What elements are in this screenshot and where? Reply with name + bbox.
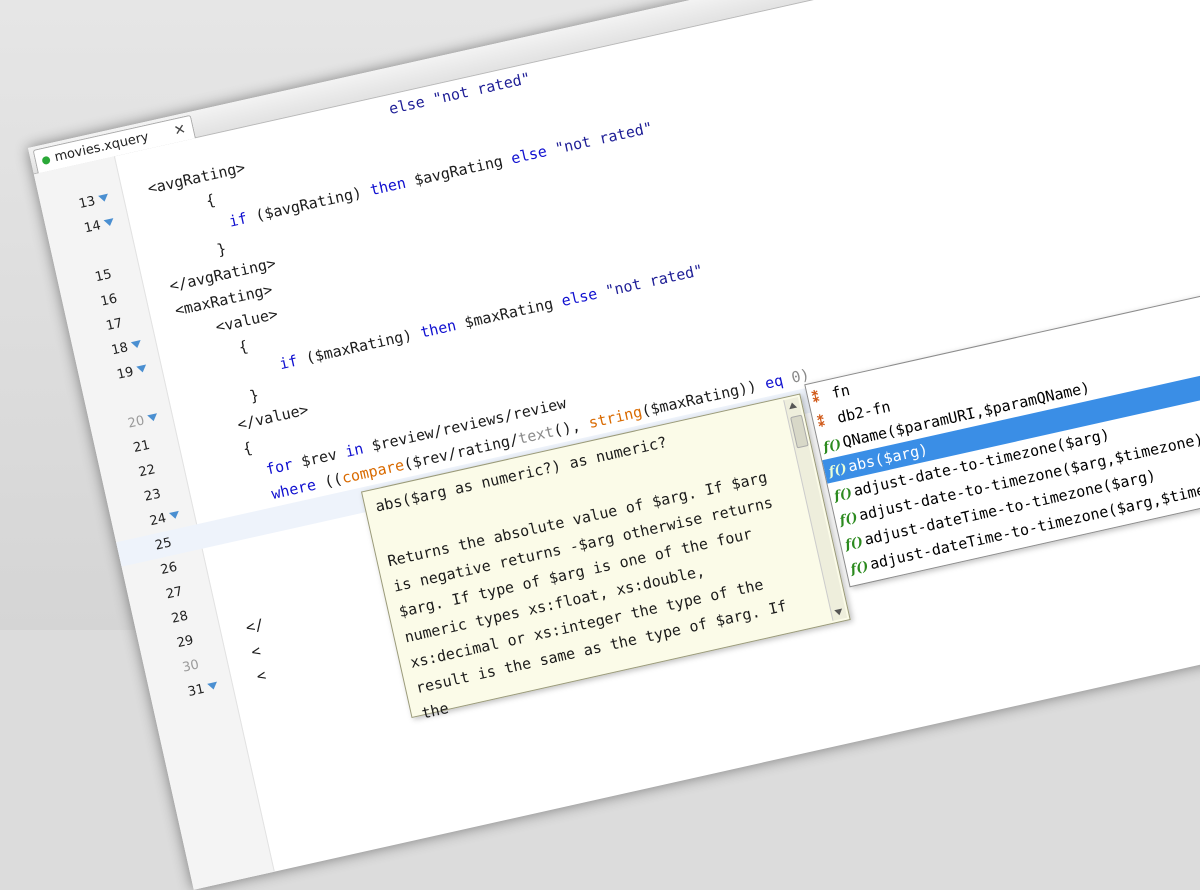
fold-icon[interactable]	[207, 681, 219, 691]
code-token: <	[231, 641, 263, 666]
code-token: text	[516, 422, 556, 448]
fold-icon[interactable]	[147, 413, 159, 423]
code-token: eq	[763, 369, 794, 393]
scroll-up-icon[interactable]	[788, 401, 798, 410]
fold-icon[interactable]	[169, 510, 181, 520]
code-text: <	[237, 663, 269, 693]
fold-icon[interactable]	[136, 364, 148, 374]
scroll-thumb[interactable]	[790, 414, 809, 449]
close-icon[interactable]: ✕	[172, 121, 187, 139]
code-token: </	[226, 615, 266, 641]
code-token: (),	[551, 414, 591, 440]
code-token: in	[343, 437, 374, 461]
file-status-icon	[41, 155, 51, 165]
completion-label: fn	[829, 380, 852, 403]
fold-icon[interactable]	[130, 340, 143, 350]
code-token: <	[237, 666, 268, 690]
scroll-down-icon[interactable]	[834, 608, 844, 617]
fold-icon[interactable]	[103, 218, 115, 228]
fold-icon[interactable]	[98, 193, 110, 203]
editor-window: movies.xquery ✕ else "not rated" 13 <avgR…	[28, 0, 1200, 890]
doc-description: Returns the absolute value of $arg. If $…	[385, 465, 798, 723]
